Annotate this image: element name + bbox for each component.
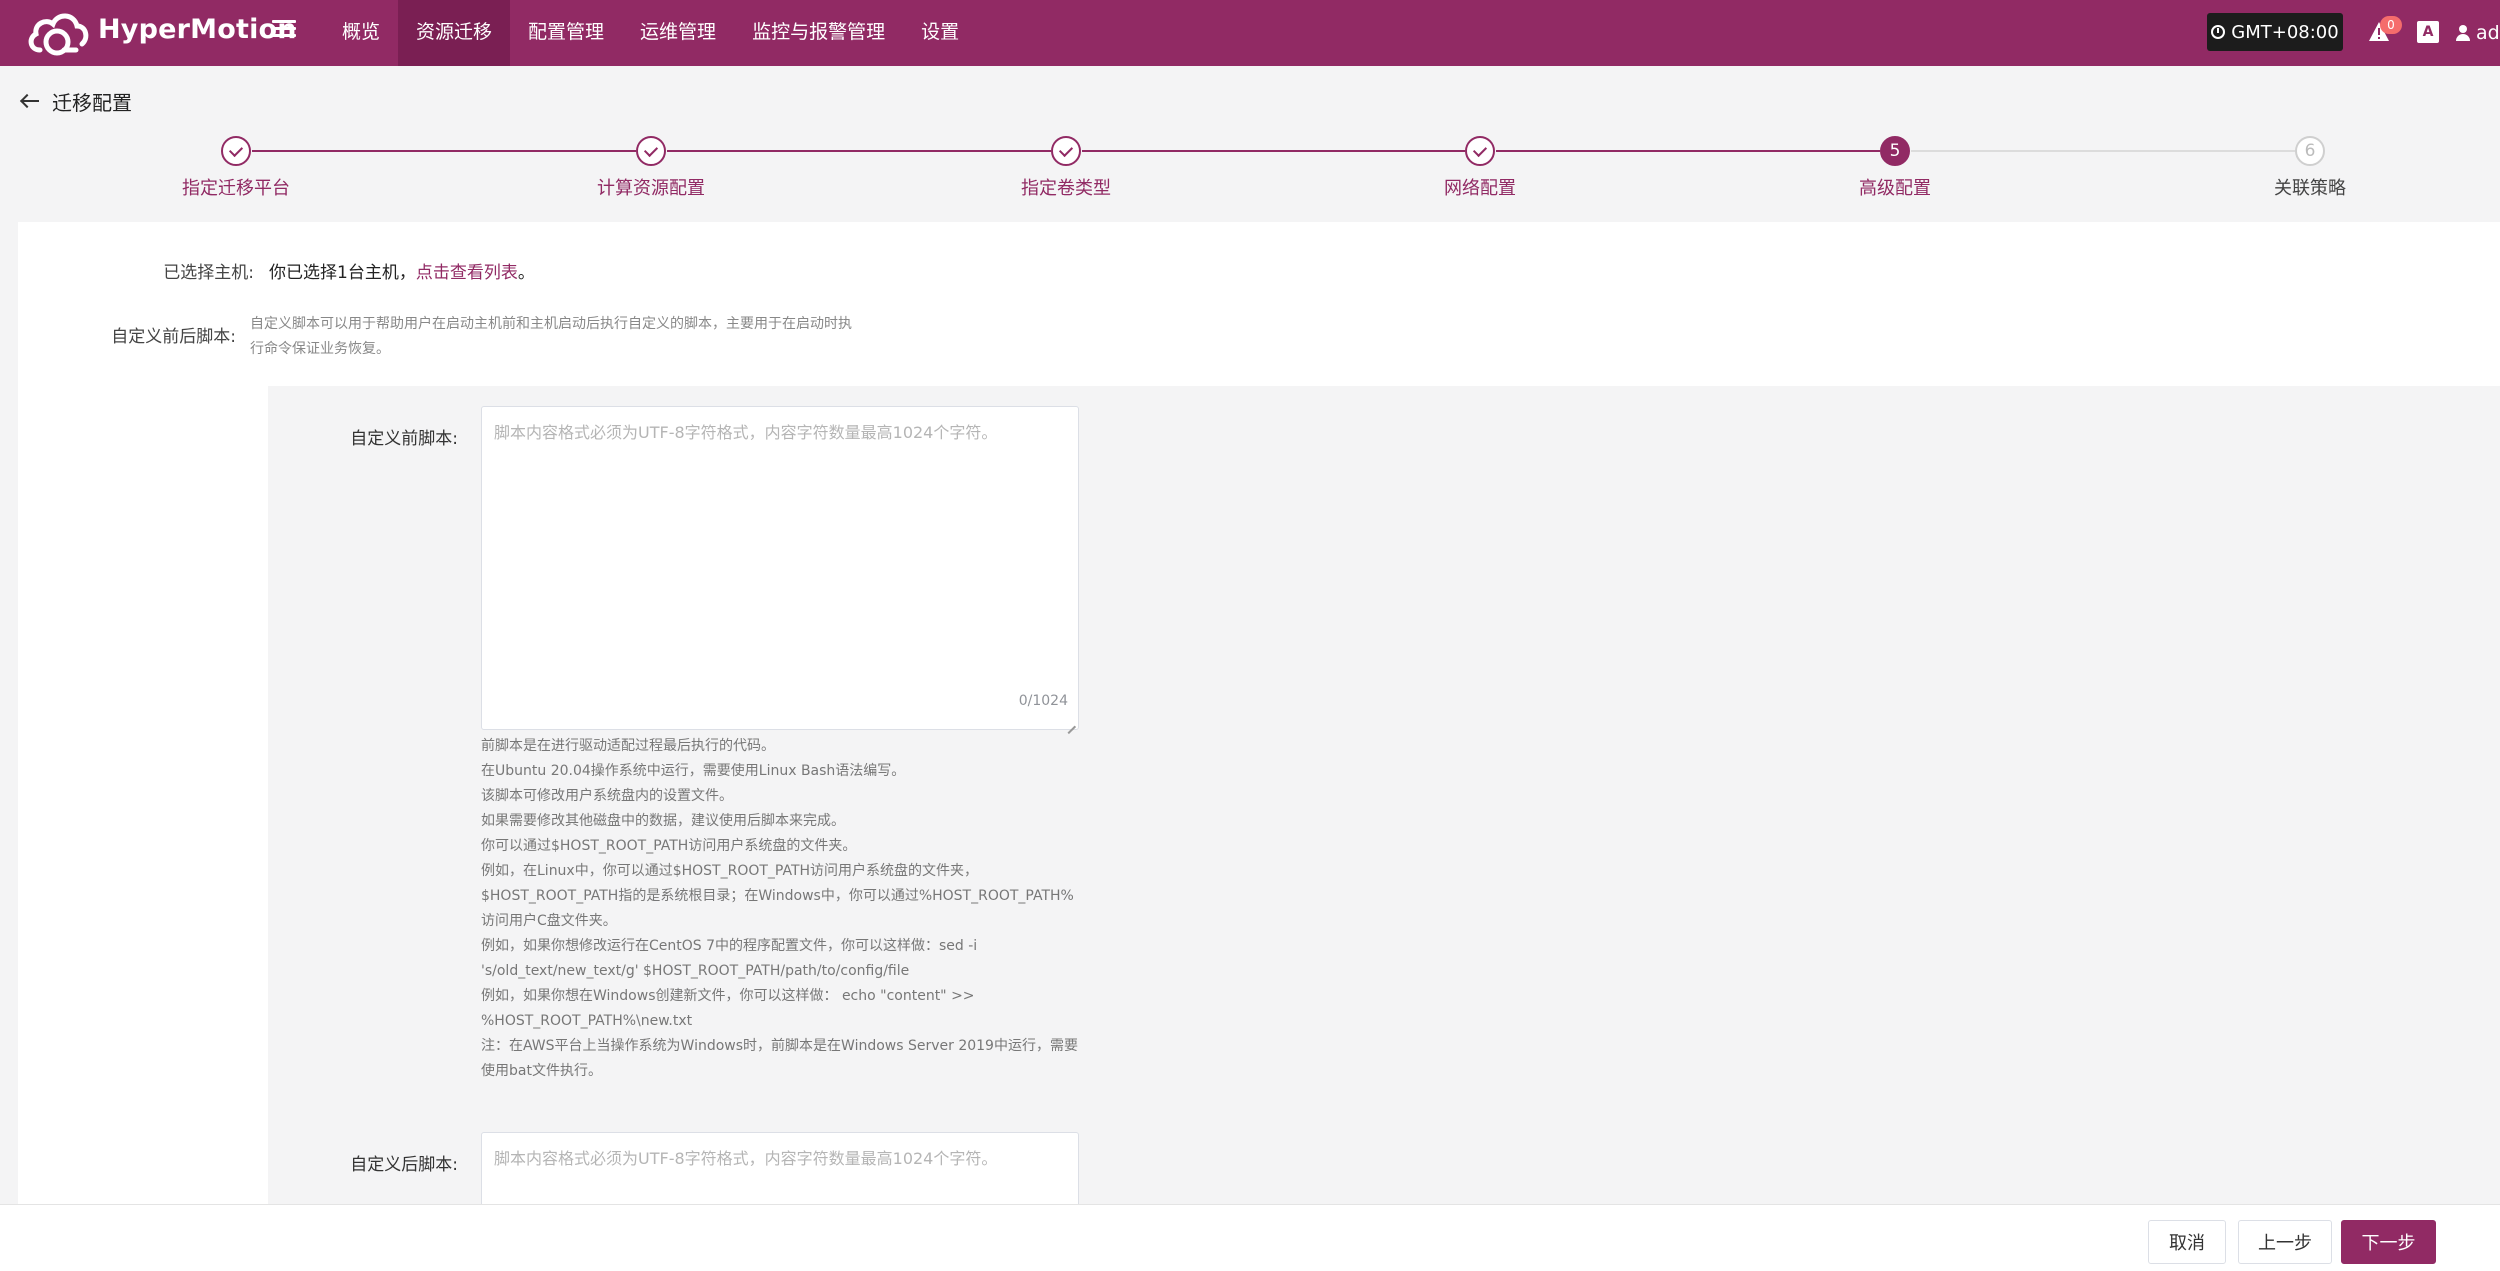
step-6-label: 关联策略 [2274, 178, 2346, 199]
prev-step-button[interactable]: 上一步 [2238, 1220, 2332, 1264]
selected-host-value: 你已选择1台主机，点击查看列表。 [269, 258, 535, 283]
custom-script-label: 自定义前后脚本: [111, 327, 236, 347]
timezone-label: GMT+08:00 [2231, 21, 2339, 43]
timezone-button[interactable]: GMT+08:00 [2207, 13, 2343, 51]
cloud-logo-icon [28, 13, 89, 56]
hint-line: 例如，在Linux中，你可以通过$HOST_ROOT_PATH访问用户系统盘的文… [481, 863, 1074, 929]
post-script-textarea[interactable] [482, 1133, 1078, 1204]
nav-item-operations[interactable]: 运维管理 [622, 0, 734, 66]
hint-line: 如果需要修改其他磁盘中的数据，建议使用后脚本来完成。 [481, 813, 845, 829]
user-icon [2456, 25, 2470, 41]
pre-script-hints: 前脚本是在进行驱动适配过程最后执行的代码。 在Ubuntu 20.04操作系统中… [481, 734, 1081, 1084]
nav-item-overview[interactable]: 概览 [324, 0, 398, 66]
nav-item-monitoring-alerts[interactable]: 监控与报警管理 [734, 0, 903, 66]
selected-host-text: 你已选择1台主机， [269, 263, 416, 283]
next-step-button[interactable]: 下一步 [2341, 1220, 2436, 1264]
back-button[interactable]: 迁移配置 [20, 88, 132, 115]
back-arrow-icon [20, 94, 40, 108]
hint-line: 在Ubuntu 20.04操作系统中运行，需要使用Linux Bash语法编写。 [481, 763, 906, 779]
nav-item-settings[interactable]: 设置 [903, 0, 977, 66]
step-4-done-icon [1465, 136, 1495, 166]
step-5-number: 5 [1880, 136, 1910, 166]
page-title: 迁移配置 [52, 90, 132, 115]
hint-line: 例如，如果你想修改运行在CentOS 7中的程序配置文件，你可以这样做：sed … [481, 938, 982, 979]
hint-line: 注：在AWS平台上当操作系统为Windows时，前脚本是在Windows Ser… [481, 1038, 1078, 1079]
pre-script-char-counter: 0/1024 [1018, 693, 1068, 709]
nav-item-config-management[interactable]: 配置管理 [510, 0, 622, 66]
step-connector [252, 150, 636, 152]
notification-badge: 0 [2380, 16, 2402, 34]
step-5-label: 高级配置 [1859, 178, 1931, 199]
step-connector [667, 150, 1051, 152]
hint-line: 该脚本可修改用户系统盘内的设置文件。 [481, 788, 733, 804]
user-menu[interactable]: adm [2456, 0, 2500, 66]
resize-handle-icon[interactable] [1067, 718, 1076, 727]
language-icon[interactable]: A [2417, 21, 2439, 43]
pre-script-label: 自定义前脚本: [350, 429, 458, 449]
step-3-label: 指定卷类型 [1021, 178, 1111, 199]
custom-script-description: 自定义脚本可以用于帮助用户在启动主机前和主机启动后执行自定义的脚本，主要用于在启… [250, 316, 852, 357]
step-3-done-icon [1051, 136, 1081, 166]
post-script-box [481, 1132, 1079, 1204]
hint-line: 例如，如果你想在Windows创建新文件，你可以这样做： echo "conte… [481, 988, 979, 1029]
top-navigation-bar: HyperMotion 概览 资源迁移 配置管理 运维管理 监控与报警管理 设置… [0, 0, 2500, 66]
step-1-label: 指定迁移平台 [182, 178, 290, 199]
step-4-label: 网络配置 [1444, 178, 1516, 199]
clock-icon [2211, 25, 2226, 39]
post-script-label: 自定义后脚本: [350, 1155, 458, 1175]
advanced-config-card: 已选择主机: 你已选择1台主机，点击查看列表。 自定义前后脚本: 自定义脚本可以… [18, 222, 2500, 1204]
migration-steps: 5 6 指定迁移平台 计算资源配置 指定卷类型 网络配置 高级配置 关联策略 [0, 134, 2500, 204]
cancel-button[interactable]: 取消 [2148, 1220, 2226, 1264]
step-6-number: 6 [2295, 136, 2325, 166]
step-2-label: 计算资源配置 [597, 178, 705, 199]
step-connector [1082, 150, 1465, 152]
pre-script-textarea[interactable] [482, 407, 1078, 729]
script-panel: 自定义前脚本: 0/1024 前脚本是在进行驱动适配过程最后执行的代码。 在Ub… [268, 386, 2500, 1204]
hint-line: 前脚本是在进行驱动适配过程最后执行的代码。 [481, 738, 775, 754]
menu-toggle-icon[interactable] [272, 16, 296, 40]
main-nav: 概览 资源迁移 配置管理 运维管理 监控与报警管理 设置 [324, 0, 977, 66]
step-connector [1911, 150, 2295, 152]
selected-host-label: 已选择主机: [163, 263, 254, 283]
hint-line: 你可以通过$HOST_ROOT_PATH访问用户系统盘的文件夹。 [481, 838, 857, 854]
pre-script-box: 0/1024 [481, 406, 1079, 730]
footer-actions: 取消 上一步 下一步 [0, 1204, 2500, 1271]
step-connector [1496, 150, 1880, 152]
view-host-list-link[interactable]: 点击查看列表 [416, 263, 518, 283]
step-1-done-icon [221, 136, 251, 166]
user-name: adm [2476, 22, 2500, 44]
step-2-done-icon [636, 136, 666, 166]
selected-host-suffix: 。 [517, 263, 535, 283]
brand-name[interactable]: HyperMotion [98, 0, 297, 60]
nav-item-resource-migration[interactable]: 资源迁移 [398, 0, 511, 66]
